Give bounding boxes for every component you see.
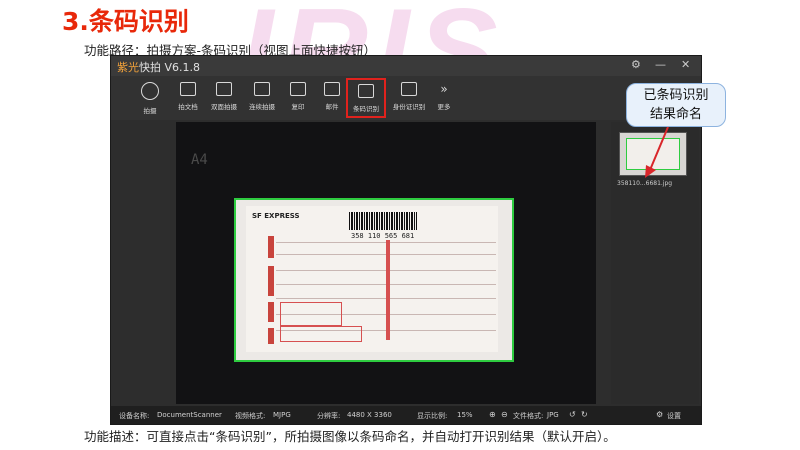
callout-bubble: 已条码识别 结果命名: [626, 83, 726, 127]
callout-arrow: [645, 126, 669, 178]
feature-description: 功能描述：可直接点击“条码识别”，所拍摄图像以条码命名，并自动打开识别结果（默认…: [84, 429, 616, 444]
callout-line-2: 结果命名: [649, 107, 702, 122]
callout-line-1: 已条码识别: [643, 88, 709, 103]
